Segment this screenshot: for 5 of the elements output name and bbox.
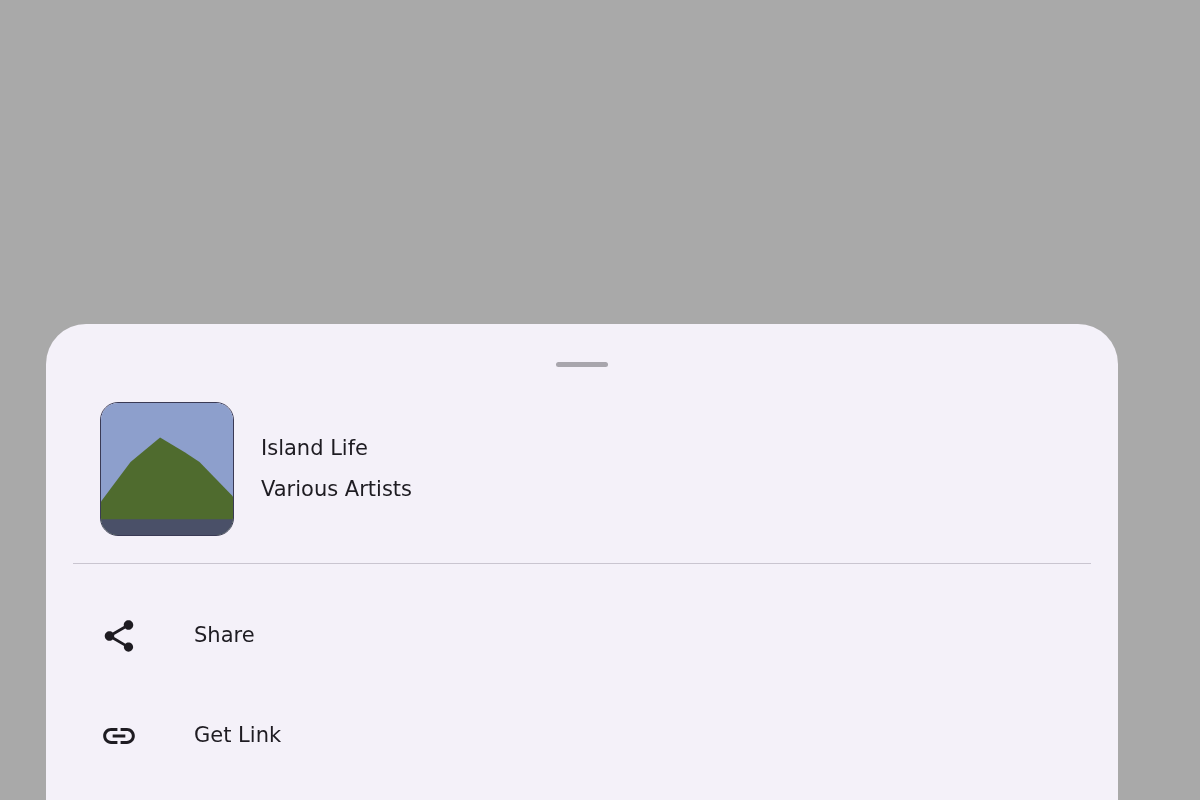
album-title: Island Life (261, 434, 369, 462)
action-item[interactable]: Get Link (46, 686, 1118, 786)
action-item[interactable]: Share (46, 586, 1118, 686)
album-artist: Various Artists (261, 476, 413, 503)
drag-handle[interactable] (556, 362, 608, 367)
